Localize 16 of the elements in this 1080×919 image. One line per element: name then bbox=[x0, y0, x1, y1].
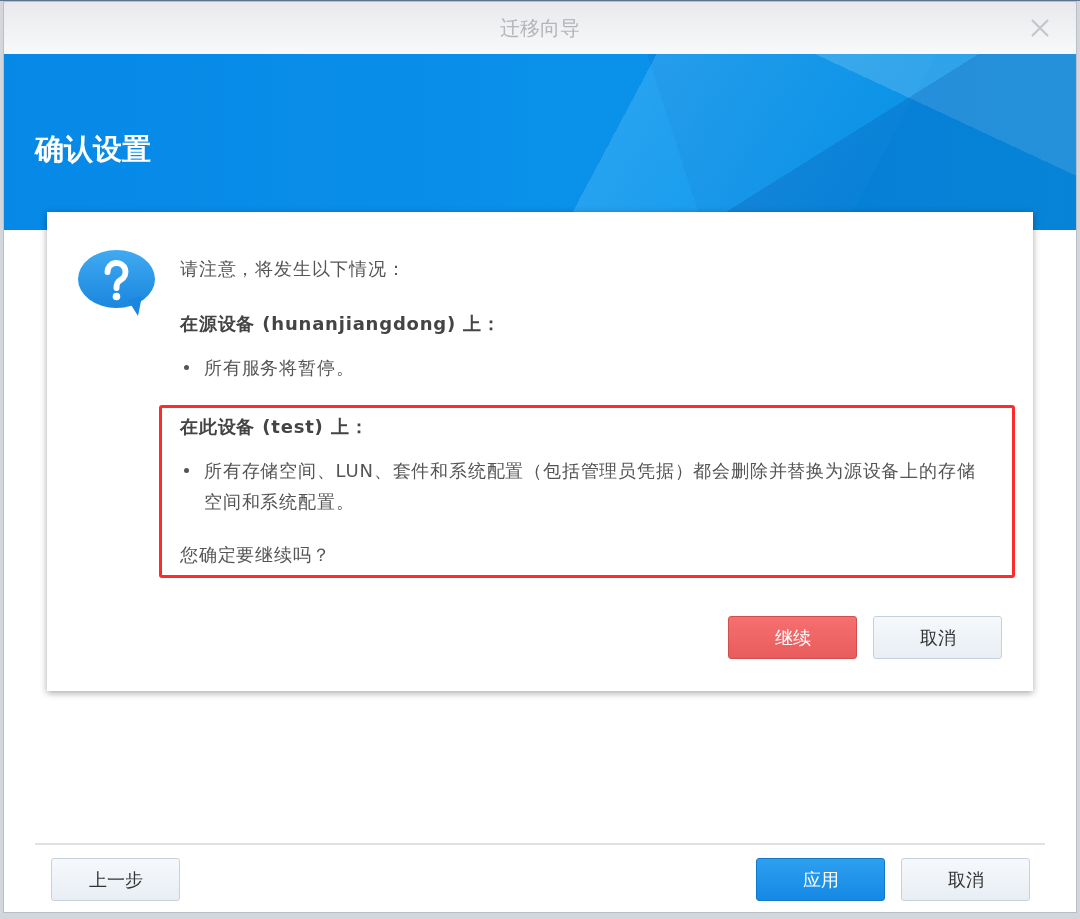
window-title: 迁移向导 bbox=[500, 15, 580, 42]
bullet-icon bbox=[184, 365, 189, 370]
bullet-text: 所有服务将暂停。 bbox=[204, 356, 355, 380]
back-button[interactable]: 上一步 bbox=[51, 858, 180, 901]
cancel-button[interactable]: 取消 bbox=[901, 858, 1030, 901]
cancel-button[interactable]: 取消 bbox=[873, 616, 1002, 659]
page-heading: 确认设置 bbox=[35, 131, 151, 167]
section-heading: 在源设备 (hunanjiangdong) 上： bbox=[180, 312, 502, 336]
bullet-icon bbox=[184, 468, 189, 473]
question-bubble-icon bbox=[78, 250, 155, 316]
close-button[interactable] bbox=[1030, 18, 1050, 38]
section-heading: 在此设备 (test) 上： bbox=[180, 415, 370, 439]
bullet-text: 所有存储空间、LUN、套件和系统配置（包括管理员凭据）都会删除并替换为源设备上的存储空间和系统配置。 bbox=[204, 459, 977, 514]
close-icon bbox=[1030, 18, 1050, 38]
question-text: 您确定要继续吗？ bbox=[180, 543, 332, 567]
intro-text: 请注意，将发生以下情况： bbox=[180, 257, 407, 281]
